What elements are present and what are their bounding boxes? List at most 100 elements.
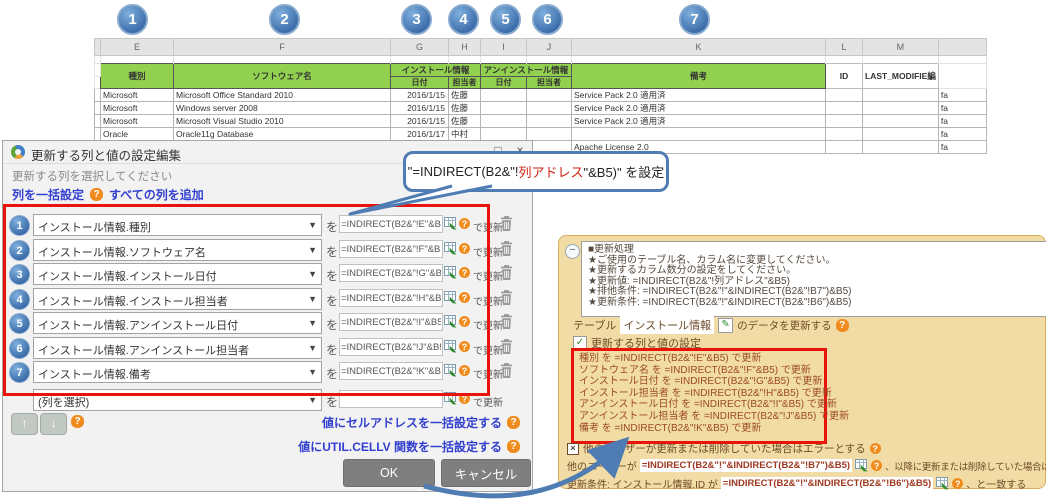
- cell-m[interactable]: [863, 89, 939, 102]
- cell-picker-icon[interactable]: [444, 315, 457, 328]
- add-all-columns-link[interactable]: すべての列を追加: [109, 186, 204, 203]
- cell[interactable]: [95, 77, 101, 89]
- trash-icon[interactable]: [500, 241, 513, 256]
- help-icon[interactable]: ?: [507, 440, 520, 453]
- cell-last[interactable]: fa: [938, 128, 986, 141]
- column-letter-e[interactable]: E: [101, 39, 174, 56]
- cell-software[interactable]: Microsoft Visual Studio 2010: [174, 115, 391, 128]
- cell-id[interactable]: [826, 128, 863, 141]
- cell-m[interactable]: [863, 141, 939, 154]
- cell-last[interactable]: fa: [938, 102, 986, 115]
- column-letter-g[interactable]: G: [391, 39, 449, 56]
- help-icon[interactable]: ?: [836, 319, 849, 332]
- column-letter-j[interactable]: J: [527, 39, 572, 56]
- formula-input[interactable]: [339, 338, 443, 356]
- move-up-button[interactable]: ↑: [11, 413, 38, 435]
- trash-icon[interactable]: [500, 339, 513, 354]
- formula-input[interactable]: [339, 362, 443, 380]
- header-install-person[interactable]: 担当者: [449, 77, 481, 89]
- cancel-button[interactable]: キャンセル: [441, 459, 531, 487]
- help-icon[interactable]: ?: [870, 443, 881, 454]
- column-select[interactable]: インストール情報.アンインストール担当者 ▼: [33, 337, 322, 359]
- set-utilcellv-link[interactable]: 値にUTIL.CELLV 関数を一括設定する: [298, 438, 502, 455]
- cell-picker-icon[interactable]: [444, 392, 457, 405]
- help-icon[interactable]: ?: [71, 415, 84, 428]
- header-install-info[interactable]: インストール情報: [391, 64, 481, 77]
- cell-uninstall-person[interactable]: [527, 102, 572, 115]
- help-icon[interactable]: ?: [459, 267, 470, 278]
- batch-set-columns-link[interactable]: 列を一括設定: [12, 186, 84, 203]
- cell-picker-icon[interactable]: [444, 291, 457, 304]
- help-icon[interactable]: ?: [507, 416, 520, 429]
- collapse-icon[interactable]: −: [565, 244, 580, 259]
- checkbox-x-icon[interactable]: ×: [567, 443, 579, 455]
- cell-install-person[interactable]: 佐藤: [449, 89, 481, 102]
- cell-uninstall-date[interactable]: [481, 89, 527, 102]
- cell-picker-icon[interactable]: [444, 217, 457, 230]
- help-icon[interactable]: ?: [459, 365, 470, 376]
- cell-picker-icon[interactable]: [444, 364, 457, 377]
- cell-uninstall-date[interactable]: [481, 102, 527, 115]
- help-icon[interactable]: ?: [459, 341, 470, 352]
- cell-last[interactable]: fa: [938, 115, 986, 128]
- cell-software[interactable]: Windows server 2008: [174, 102, 391, 115]
- help-icon[interactable]: ?: [459, 393, 470, 404]
- cell-last[interactable]: fa: [938, 89, 986, 102]
- trash-icon[interactable]: [500, 216, 513, 231]
- cell-install-person[interactable]: 中村: [449, 128, 481, 141]
- cell-picker-icon[interactable]: [936, 477, 949, 490]
- help-icon[interactable]: ?: [459, 243, 470, 254]
- formula-input[interactable]: [339, 240, 443, 258]
- move-down-button[interactable]: ↓: [40, 413, 67, 435]
- column-letter-k[interactable]: K: [572, 39, 826, 56]
- cell-id[interactable]: [826, 89, 863, 102]
- header-uninstall-date[interactable]: 日付: [481, 77, 527, 89]
- help-icon[interactable]: ?: [952, 478, 963, 489]
- column-select[interactable]: インストール情報.種別 ▼: [33, 214, 322, 236]
- header-install-date[interactable]: 日付: [391, 77, 449, 89]
- formula-input[interactable]: [339, 289, 443, 307]
- column-select[interactable]: インストール情報.ソフトウェア名 ▼: [33, 239, 322, 261]
- cell-note[interactable]: [572, 128, 826, 141]
- column-select[interactable]: (列を選択) ▼: [33, 389, 322, 411]
- cell-uninstall-date[interactable]: [481, 128, 527, 141]
- header-last-modified[interactable]: LAST_MODIFIE編: [863, 64, 939, 89]
- header-id[interactable]: ID: [826, 64, 863, 89]
- cell-uninstall-person[interactable]: [527, 115, 572, 128]
- formula-input[interactable]: [339, 264, 443, 282]
- cell-picker-icon[interactable]: [444, 242, 457, 255]
- cell-install-date[interactable]: 2016/1/15: [391, 102, 449, 115]
- cell-install-date[interactable]: 2016/1/17: [391, 128, 449, 141]
- cell-note[interactable]: Service Pack 2.0 適用済: [572, 89, 826, 102]
- header-type[interactable]: 種別: [101, 64, 174, 89]
- formula-input[interactable]: [339, 215, 443, 233]
- cell-id[interactable]: [826, 115, 863, 128]
- cell-install-person[interactable]: 佐藤: [449, 102, 481, 115]
- header-note[interactable]: 備考: [572, 64, 826, 89]
- column-letter-f[interactable]: F: [174, 39, 391, 56]
- column-letter-i[interactable]: I: [481, 39, 527, 56]
- column-select[interactable]: インストール情報.インストール日付 ▼: [33, 263, 322, 285]
- header-uninstall-info[interactable]: アンインストール情報: [481, 64, 572, 77]
- cell-install-date[interactable]: 2016/1/15: [391, 89, 449, 102]
- column-letter-l[interactable]: L: [826, 39, 863, 56]
- cell-last[interactable]: fa: [938, 141, 986, 154]
- column-letter-h[interactable]: H: [449, 39, 481, 56]
- update-condition-formula[interactable]: =INDIRECT(B2&"!"&INDIRECT(B2&"!B6")&B5): [721, 477, 933, 490]
- trash-icon[interactable]: [500, 290, 513, 305]
- cell-id[interactable]: [826, 102, 863, 115]
- trash-icon[interactable]: [500, 314, 513, 329]
- cell-note[interactable]: Service Pack 2.0 適用済: [572, 115, 826, 128]
- column-select[interactable]: インストール情報.インストール担当者 ▼: [33, 288, 322, 310]
- cell-note[interactable]: Service Pack 2.0 適用済: [572, 102, 826, 115]
- cell-id[interactable]: [826, 141, 863, 154]
- cell-type[interactable]: Microsoft: [101, 89, 174, 102]
- cell-install-person[interactable]: 佐藤: [449, 115, 481, 128]
- cell-picker-icon[interactable]: [855, 459, 868, 472]
- column-select[interactable]: インストール情報.アンインストール日付 ▼: [33, 312, 322, 334]
- cell-uninstall-person[interactable]: [527, 89, 572, 102]
- column-letter-m[interactable]: M: [863, 39, 939, 56]
- cell-m[interactable]: [863, 102, 939, 115]
- trash-icon[interactable]: [500, 265, 513, 280]
- column-letter[interactable]: [938, 39, 986, 56]
